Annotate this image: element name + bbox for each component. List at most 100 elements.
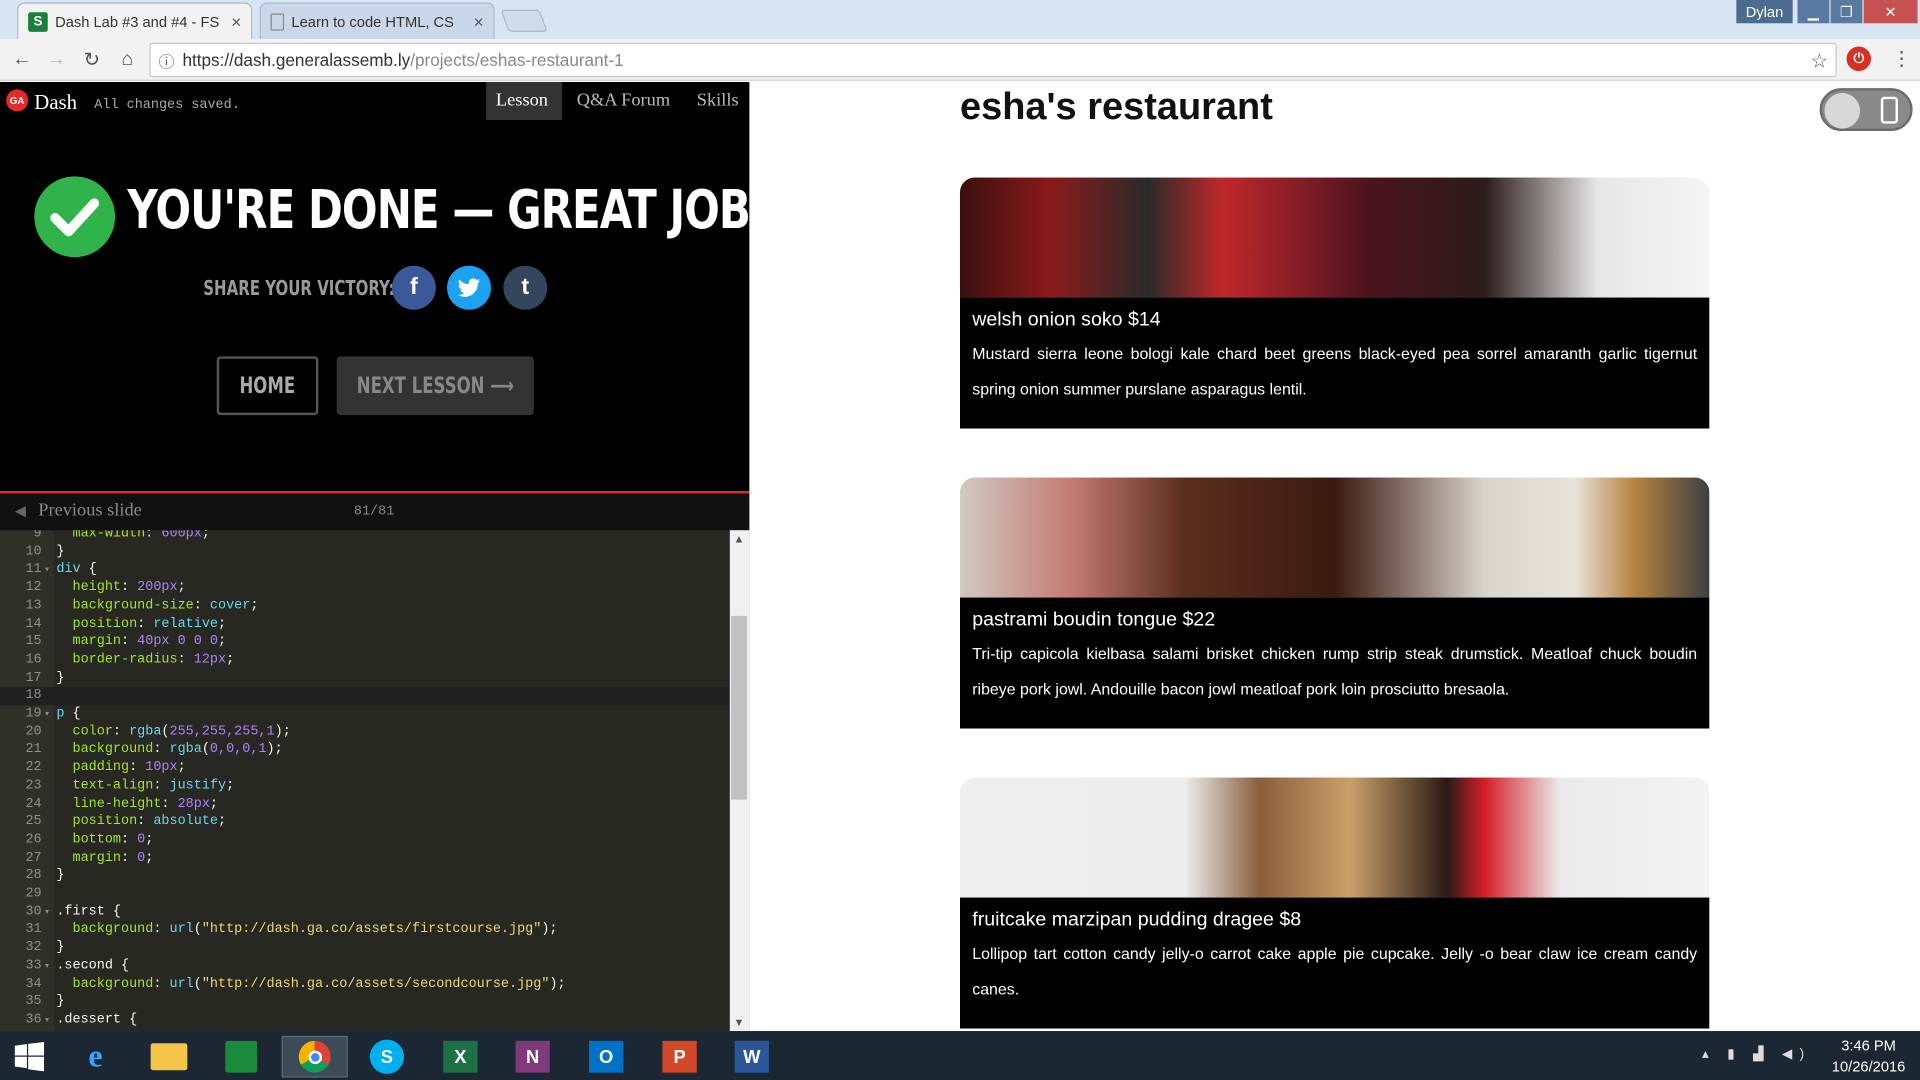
code-line[interactable]: 34 background: url("http://dash.ga.co/as… (0, 975, 730, 993)
preview-pane: esha's restaurant welsh onion soko $14 M… (749, 82, 1920, 1032)
outlook-icon[interactable]: O (582, 1036, 631, 1078)
close-tab-icon[interactable]: × (474, 12, 484, 32)
forward-arrow-icon[interactable]: → (44, 48, 68, 72)
code-line[interactable]: 31 background: url("http://dash.ga.co/as… (0, 921, 730, 939)
fold-arrow-icon[interactable]: ▾ (44, 1013, 56, 1031)
scroll-down-icon[interactable]: ▼ (733, 1016, 744, 1028)
share-label: SHARE YOUR VICTORY: (203, 276, 395, 302)
scroll-up-icon[interactable]: ▲ (733, 533, 744, 545)
code-line[interactable]: 15 margin: 40px 0 0 0; (0, 633, 730, 651)
triangle-left-icon: ◀ (14, 502, 27, 520)
powerpoint-icon[interactable]: P (655, 1036, 704, 1078)
tab-qa-forum[interactable]: Q&A Forum (567, 82, 680, 120)
tab-lesson[interactable]: Lesson (486, 82, 563, 121)
fold-arrow-icon[interactable]: ▾ (44, 959, 56, 977)
code-line[interactable]: 13 background-size: cover; (0, 597, 730, 615)
file-explorer-icon[interactable] (144, 1036, 193, 1078)
code-line[interactable]: 25 position: absolute; (0, 813, 730, 831)
code-line[interactable]: 30 ▾ .first { (0, 903, 730, 921)
code-line[interactable]: 33 ▾ .second { (0, 957, 730, 975)
line-number: 26 (25, 832, 42, 848)
code-line[interactable]: 19 ▾ p { (0, 705, 730, 723)
code-text: .first { (56, 904, 121, 920)
code-line[interactable]: 28} (0, 867, 730, 885)
windows-start-icon[interactable] (5, 1036, 54, 1078)
back-arrow-icon[interactable]: ← (10, 48, 34, 72)
reload-icon[interactable]: ↻ (80, 48, 104, 72)
minimize-icon[interactable]: ▁ (1797, 0, 1830, 24)
bookmark-star-icon[interactable]: ☆ (1811, 49, 1829, 73)
twitter-icon[interactable] (446, 265, 492, 310)
close-window-icon[interactable]: ✕ (1863, 0, 1918, 24)
code-line[interactable]: 23 text-align: justify; (0, 777, 730, 795)
profile-button[interactable]: Dylan (1736, 0, 1793, 24)
store-icon[interactable] (217, 1036, 266, 1078)
home-button[interactable]: HOME (216, 356, 319, 416)
code-line[interactable]: 17} (0, 669, 730, 687)
next-lesson-button[interactable]: NEXT LESSON ⟶ (336, 356, 534, 416)
code-line[interactable]: 18 (0, 687, 730, 706)
word-icon[interactable]: W (727, 1036, 776, 1078)
code-line[interactable]: 36 ▾ .dessert { (0, 1011, 730, 1029)
excel-icon[interactable]: X (436, 1036, 485, 1078)
code-editor[interactable]: 9 max-width: 600px; 10} 11 ▾ div {12 height:… (0, 530, 730, 1032)
extension-icon[interactable]: ⏻ (1846, 46, 1872, 72)
dash-title[interactable]: Dash (34, 91, 77, 115)
chrome-icon[interactable] (281, 1035, 348, 1078)
info-icon[interactable]: ⓘ (151, 48, 183, 71)
completion-panel: YOU'RE DONE — GREAT JOB! SHARE YOUR VICT… (0, 120, 769, 492)
code-line[interactable]: 9 max-width: 600px; (0, 530, 730, 543)
code-text: max-width: 600px; (72, 530, 210, 542)
internet-explorer-icon[interactable]: e (71, 1036, 120, 1078)
tumblr-icon[interactable]: t (503, 265, 548, 310)
close-tab-icon[interactable]: × (231, 12, 241, 32)
chrome-menu-icon[interactable]: ⋮ (1892, 47, 1912, 71)
page-title: esha's restaurant (960, 84, 1273, 128)
code-line[interactable]: 12 height: 200px; (0, 579, 730, 597)
skype-icon[interactable]: S (362, 1036, 411, 1078)
scrollbar-thumb[interactable] (731, 615, 747, 800)
address-bar[interactable]: ⓘ https://dash.generalassemb.ly/projects… (149, 42, 1837, 78)
dish-description: pastrami boudin tongue $22 Tri-tip capic… (960, 597, 1710, 729)
code-line[interactable]: 29 (0, 885, 730, 903)
code-text: position: relative; (72, 616, 227, 632)
dish-image (960, 777, 1710, 898)
home-icon[interactable]: ⌂ (115, 48, 139, 72)
code-line[interactable]: 24 line-height: 28px; (0, 795, 730, 813)
code-line[interactable]: 10} (0, 543, 730, 561)
clock[interactable]: 3:46 PM 10/26/2016 (1824, 1036, 1912, 1078)
dish-text: Lollipop tart cotton candy jelly-o carro… (972, 944, 1698, 998)
menu-card: pastrami boudin tongue $22 Tri-tip capic… (960, 477, 1710, 729)
tab-label: Dash Lab #3 and #4 - FS (55, 12, 220, 31)
code-line[interactable]: 22 padding: 10px; (0, 759, 730, 777)
onenote-icon[interactable]: N (508, 1036, 557, 1078)
code-line[interactable]: 32} (0, 939, 730, 957)
code-line[interactable]: 21 background: rgba(0,0,0,1); (0, 741, 730, 759)
tab-dash-lab[interactable]: S Dash Lab #3 and #4 - FS × (17, 2, 253, 40)
line-number: 18 (25, 688, 42, 704)
facebook-icon[interactable]: f (391, 265, 436, 310)
code-text: div { (56, 562, 97, 578)
fold-arrow-icon[interactable]: ▾ (44, 563, 56, 581)
code-line[interactable]: 20 color: rgba(255,255,255,1); (0, 723, 730, 741)
editor-scrollbar[interactable]: ▲ ▼ (729, 530, 750, 1032)
new-tab-button[interactable] (500, 9, 548, 32)
code-line[interactable]: 11 ▾ div { (0, 561, 730, 579)
previous-slide-button[interactable]: ◀ Previous slide (15, 501, 142, 522)
device-toggle[interactable] (1819, 88, 1913, 132)
dish-name: welsh onion soko $14 (972, 309, 1161, 331)
code-line[interactable]: 16 border-radius: 12px; (0, 651, 730, 669)
code-text: } (56, 940, 65, 956)
maximize-icon[interactable]: ❐ (1830, 0, 1863, 24)
line-number: 35 (25, 994, 42, 1010)
tab-learn-to-code[interactable]: Learn to code HTML, CS × (259, 2, 495, 40)
code-line[interactable]: 26 bottom: 0; (0, 831, 730, 849)
code-line[interactable]: 14 position: relative; (0, 615, 730, 633)
fold-arrow-icon[interactable]: ▾ (44, 905, 56, 923)
code-line[interactable]: 27 margin: 0; (0, 849, 730, 867)
tab-skills[interactable]: Skills (687, 82, 748, 120)
code-line[interactable]: 35} (0, 993, 730, 1011)
system-tray[interactable]: ▴ ▮ ▟ ◀) (1702, 1046, 1811, 1062)
fold-arrow-icon[interactable]: ▾ (44, 707, 56, 725)
ga-logo[interactable]: GA (6, 89, 29, 112)
